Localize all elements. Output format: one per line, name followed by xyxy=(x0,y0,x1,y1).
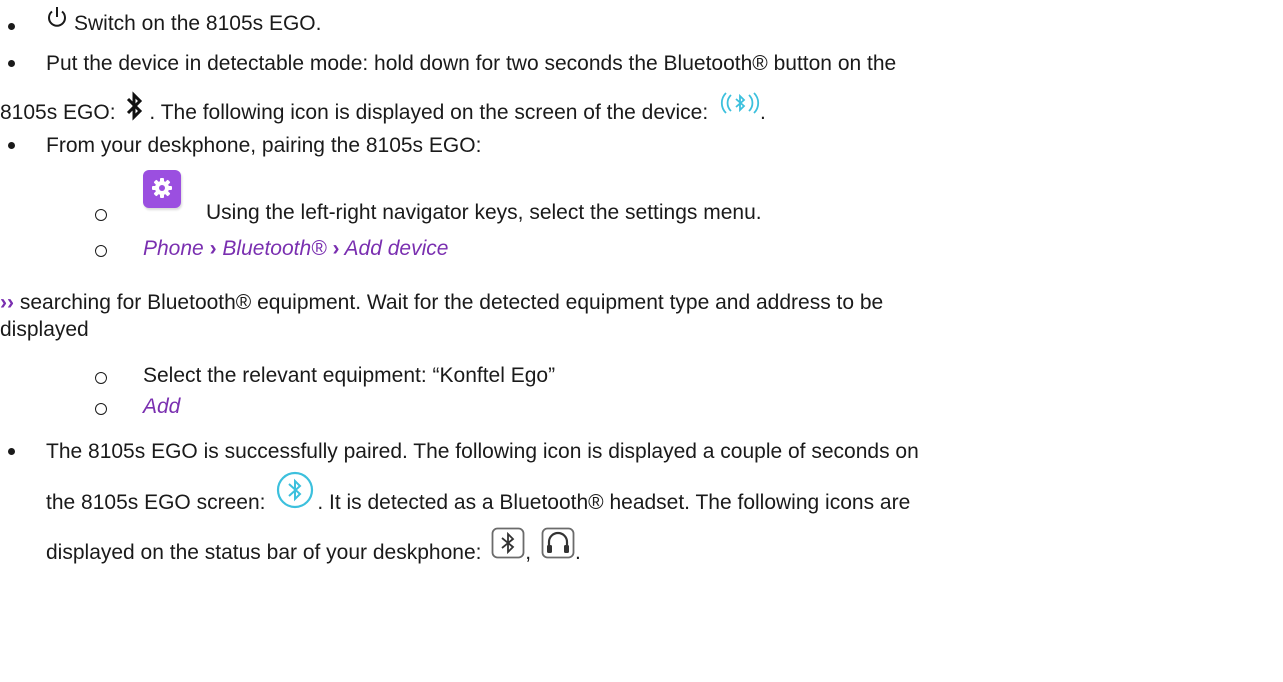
result-marker: ›› xyxy=(0,291,14,314)
bullet-dot xyxy=(8,23,15,30)
path-bluetooth: Bluetooth® xyxy=(222,237,327,260)
bullet-dot xyxy=(8,60,15,67)
path-phone: Phone xyxy=(143,237,204,260)
settings-step-text: Using the left-right navigator keys, sel… xyxy=(206,201,762,224)
power-text: Switch on the 8105s EGO. xyxy=(74,12,322,35)
bluetooth-icon xyxy=(125,91,145,122)
menu-path: Phone › Bluetooth® › Add device xyxy=(143,236,448,262)
searching-line-2: displayed xyxy=(0,318,89,341)
sub-bullet xyxy=(95,245,107,257)
sub-bullet xyxy=(95,209,107,221)
detect-line-2: 8105s EGO: . The following icon is displ… xyxy=(0,91,766,126)
bullet-dot xyxy=(8,142,15,149)
sub-bullet xyxy=(95,372,107,384)
headset-icon xyxy=(541,527,575,559)
paired-line-2: the 8105s EGO screen: . It is detected a… xyxy=(46,472,910,516)
power-line: Switch on the 8105s EGO. xyxy=(46,7,322,37)
gear-icon xyxy=(143,170,181,208)
power-icon xyxy=(46,5,68,29)
add-step-text: Add xyxy=(143,395,181,418)
path-separator: › xyxy=(332,237,340,260)
select-step-text: Select the relevant equipment: “Konftel … xyxy=(143,364,556,387)
paired-line-1: The 8105s EGO is successfully paired. Th… xyxy=(46,440,919,463)
path-separator: › xyxy=(209,237,217,260)
pair-text: From your deskphone, pairing the 8105s E… xyxy=(46,134,482,157)
path-add-device: Add device xyxy=(344,237,449,260)
bullet-dot xyxy=(8,448,15,455)
bluetooth-signal-icon xyxy=(720,90,760,116)
bluetooth-circle-icon xyxy=(275,470,315,510)
paired-line-3: displayed on the status bar of your desk… xyxy=(46,528,581,566)
sub-bullet xyxy=(95,403,107,415)
searching-line-1: ›› searching for Bluetooth® equipment. W… xyxy=(0,291,884,314)
bluetooth-status-icon xyxy=(491,527,525,559)
detect-line-1: Put the device in detectable mode: hold … xyxy=(46,52,897,75)
